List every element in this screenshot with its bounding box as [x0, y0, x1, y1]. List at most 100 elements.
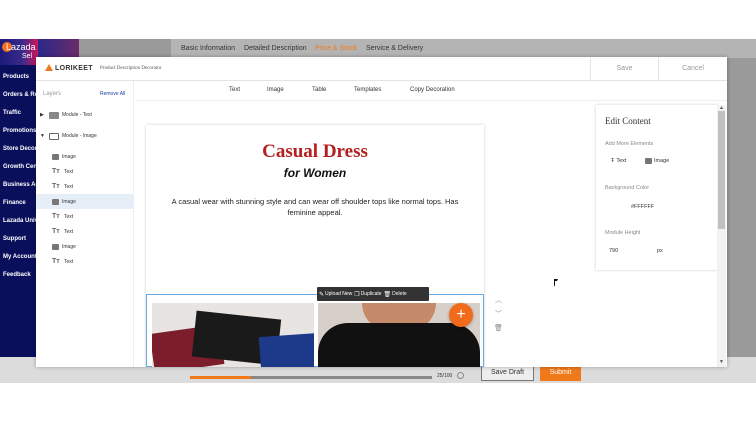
- layer-item-label: Text: [64, 258, 74, 265]
- add-image-element[interactable]: Image: [645, 158, 669, 164]
- toolbar-text[interactable]: Text: [229, 87, 240, 93]
- lazada-nav: Products Orders & Re Traffic Promotions …: [0, 65, 38, 284]
- layers-panel: Layers Remove All ▶ Module - Text ▼ Modu…: [36, 81, 134, 367]
- add-image-label: Image: [654, 158, 670, 164]
- screen: Lazada Sel Products Orders & Re Traffic …: [0, 0, 756, 425]
- lazada-nav-item[interactable]: Lazada Univ: [0, 212, 38, 230]
- toolbar-table[interactable]: Table: [312, 87, 326, 93]
- toolbar-templates[interactable]: Templates: [354, 87, 381, 93]
- scroll-down-icon[interactable]: ▼: [717, 359, 726, 365]
- lazada-nav-item[interactable]: Traffic: [0, 104, 38, 122]
- text-icon: Tт: [52, 183, 60, 190]
- layer-item-text[interactable]: Tт Text: [36, 224, 134, 239]
- add-element-button[interactable]: +: [449, 303, 473, 327]
- lazada-nav-item[interactable]: Products: [0, 68, 38, 86]
- caret-down-icon[interactable]: ▼: [40, 133, 46, 139]
- lazada-logo-area: Lazada Sel: [0, 39, 38, 65]
- layer-item-label: Image: [62, 243, 76, 250]
- layer-item-text[interactable]: Tт Text: [36, 179, 134, 194]
- duplicate-button[interactable]: ❐ Duplicate: [354, 291, 381, 298]
- text-icon: Tт: [52, 258, 60, 265]
- element-toolbar: Text Image Table Templates Copy Decorati…: [136, 81, 727, 101]
- image-icon: [52, 198, 59, 205]
- layer-item-label: Text: [64, 168, 74, 175]
- move-up-icon[interactable]: ︿: [491, 294, 506, 308]
- delete-label: Delete: [392, 291, 407, 297]
- add-elements-label: Add More Elements: [605, 141, 654, 147]
- progress-fill: [190, 376, 251, 379]
- layer-item-image[interactable]: Image: [36, 149, 134, 164]
- canvas-scrollbar[interactable]: ▲ ▼: [717, 105, 726, 367]
- remove-all-link[interactable]: Remove All: [100, 91, 125, 97]
- lazada-nav-item[interactable]: Growth Cen: [0, 158, 38, 176]
- delete-button[interactable]: 🗑 Delete: [384, 291, 407, 298]
- text-icon: Tт: [52, 213, 60, 220]
- module-controls: ︿ ﹀ 🗑: [491, 294, 506, 338]
- layer-item-text[interactable]: Tт Text: [36, 164, 134, 179]
- tab-basic-information[interactable]: Basic Information: [181, 45, 235, 52]
- upload-new-button[interactable]: ✎ Upload New: [319, 291, 352, 298]
- layer-item-label: Image: [62, 198, 76, 205]
- image-module[interactable]: [146, 294, 484, 367]
- move-down-icon[interactable]: ﹀: [491, 308, 506, 322]
- layer-module-image[interactable]: ▼ Module - Image: [40, 131, 97, 141]
- lazada-nav-item[interactable]: Finance: [0, 194, 38, 212]
- lazada-nav-item[interactable]: Business Ad: [0, 176, 38, 194]
- lazada-nav-item[interactable]: Feedback: [0, 266, 38, 284]
- scroll-thumb[interactable]: [718, 111, 725, 229]
- lazada-nav-item[interactable]: Promotions: [0, 122, 38, 140]
- image-icon: [52, 153, 59, 160]
- lazada-sidebar: Lazada Sel Products Orders & Re Traffic …: [0, 39, 38, 357]
- content-title[interactable]: Casual Dress: [146, 141, 484, 163]
- lazada-nav-item[interactable]: Support: [0, 230, 38, 248]
- lorikeet-logo: LORIKEET: [45, 64, 93, 72]
- save-button[interactable]: Save: [590, 57, 658, 81]
- toolbar-copy-decoration[interactable]: Copy Decoration: [410, 87, 455, 93]
- caret-right-icon[interactable]: ▶: [40, 112, 46, 118]
- lazada-nav-item[interactable]: Orders & Re: [0, 86, 38, 104]
- module-height-field[interactable]: 790: [609, 248, 618, 254]
- background-color-field[interactable]: #FFFFFF: [631, 204, 654, 210]
- layer-item-image[interactable]: Image: [36, 239, 134, 254]
- layer-module-text[interactable]: ▶ Module - Text: [40, 110, 92, 120]
- decorator-modal: LORIKEET Product Description Decorator S…: [36, 57, 727, 367]
- info-icon[interactable]: [457, 372, 464, 379]
- layer-item-text[interactable]: Tт Text: [36, 209, 134, 224]
- tab-detailed-description[interactable]: Detailed Description: [244, 45, 307, 52]
- layer-item-image[interactable]: Image: [36, 194, 134, 209]
- edit-panel-title: Edit Content: [605, 116, 651, 126]
- product-photo-fabrics[interactable]: [152, 303, 314, 367]
- tab-service-delivery[interactable]: Service & Delivery: [366, 45, 423, 52]
- text-icon: Tт: [52, 168, 60, 175]
- layer-item-text[interactable]: Tт Text: [36, 254, 134, 269]
- add-text-element[interactable]: Ŧ Text: [611, 158, 626, 164]
- lorikeet-mark-icon: [45, 64, 53, 71]
- content-subtitle[interactable]: for Women: [146, 166, 484, 180]
- layer-item-label: Text: [64, 183, 74, 190]
- image-actions-toolbar: ✎ Upload New ❐ Duplicate 🗑 Delete: [317, 287, 429, 301]
- product-tabs: Basic Information Detailed Description P…: [171, 39, 756, 58]
- toolbar-image[interactable]: Image: [267, 87, 284, 93]
- content-description[interactable]: A casual wear with stunning style and ca…: [166, 196, 464, 218]
- lorikeet-brand: LORIKEET: [55, 65, 93, 72]
- folder-icon: [49, 111, 59, 119]
- layer-item-label: Image: [62, 153, 76, 160]
- modal-header: LORIKEET Product Description Decorator S…: [36, 57, 727, 81]
- lazada-nav-item[interactable]: My Account: [0, 248, 38, 266]
- text-icon: Tт: [52, 228, 60, 235]
- cancel-button[interactable]: Cancel: [658, 57, 727, 81]
- layer-module-label: Module - Text: [62, 112, 92, 118]
- image-icon: [645, 158, 652, 164]
- edit-content-panel: Edit Content Add More Elements Ŧ Text Ima…: [596, 105, 718, 270]
- upload-new-label: Upload New: [325, 291, 353, 297]
- trash-icon[interactable]: 🗑: [491, 322, 506, 336]
- trash-icon: 🗑: [383, 291, 392, 298]
- copy-icon: ❐: [354, 291, 360, 298]
- layer-module-label: Module - Image: [62, 133, 97, 139]
- fabric-blue: [258, 332, 314, 367]
- lazada-sub: Sel: [22, 53, 33, 60]
- lazada-nav-item[interactable]: Store Decor: [0, 140, 38, 158]
- tab-price-stock[interactable]: Price & Stock: [315, 45, 357, 52]
- background-color-label: Background Color: [605, 185, 650, 191]
- app-title: Product Description Decorator: [100, 66, 162, 71]
